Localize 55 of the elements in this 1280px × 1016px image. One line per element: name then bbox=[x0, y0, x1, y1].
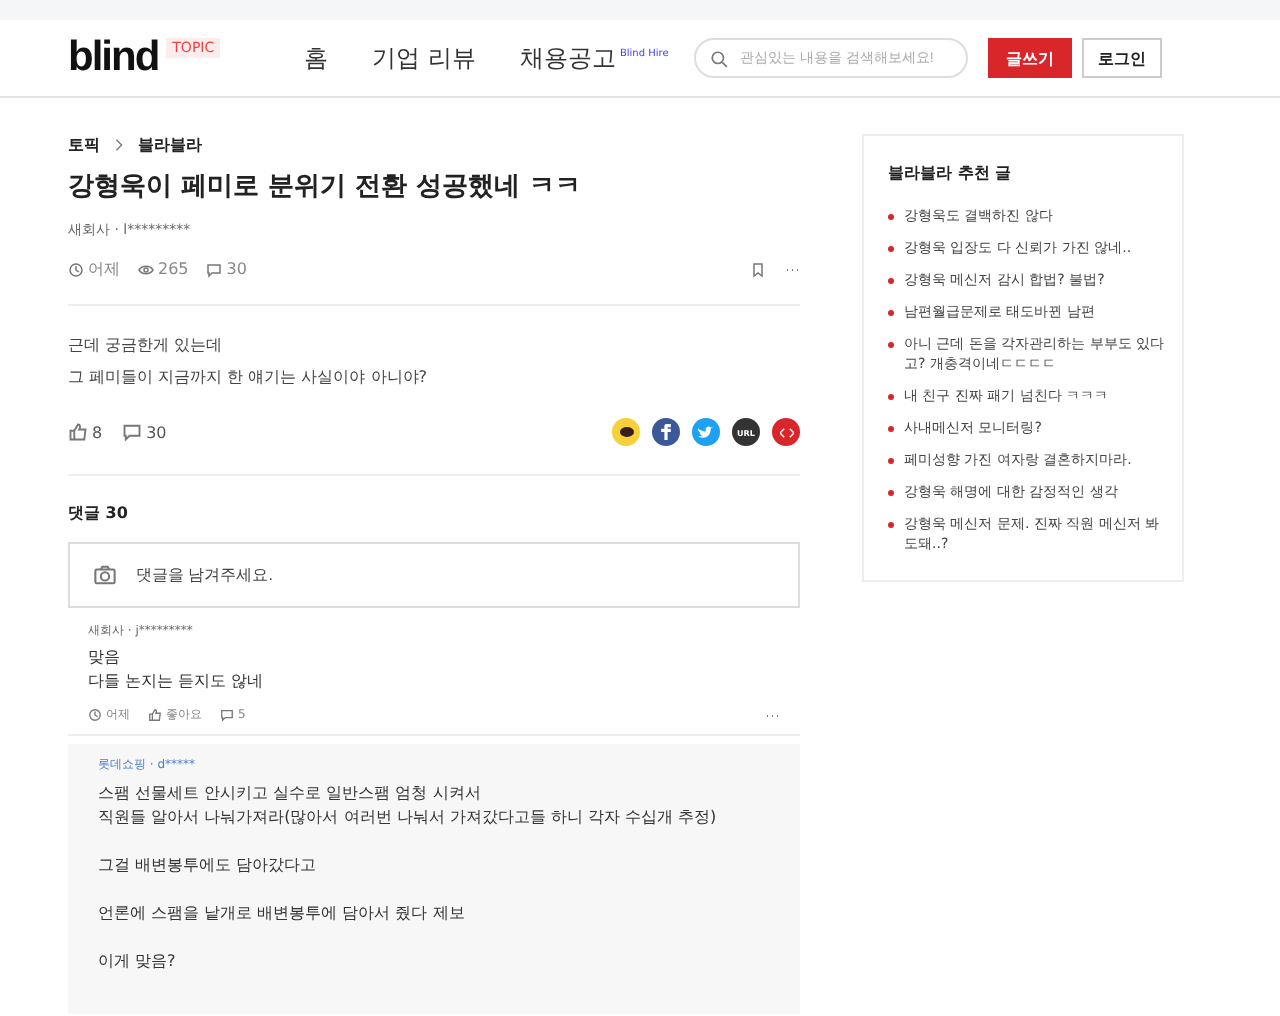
bullet-icon bbox=[888, 342, 894, 348]
logo[interactable]: blind bbox=[68, 34, 159, 82]
bullet-icon bbox=[888, 490, 894, 496]
comment-icon bbox=[206, 261, 223, 277]
comment-text: 다들 논지는 듣지도 않네 bbox=[88, 670, 266, 694]
comment-icon bbox=[122, 422, 143, 442]
post-title: 강형욱이 페미로 분위기 전환 성공했네 ㅋㅋ bbox=[68, 170, 584, 204]
comment-count: 30 bbox=[146, 423, 167, 441]
thumbs-up-icon bbox=[68, 422, 88, 442]
view-count: 265 bbox=[158, 260, 189, 278]
bookmark-icon bbox=[750, 261, 766, 277]
bullet-icon bbox=[888, 278, 894, 284]
comments-heading: 댓글 30 bbox=[68, 502, 130, 524]
comment-icon bbox=[220, 708, 234, 722]
eye-icon bbox=[138, 261, 154, 277]
comment-field[interactable]: 댓글을 남겨주세요. bbox=[68, 542, 800, 608]
comment-count: 30 bbox=[226, 260, 247, 278]
bird-icon bbox=[698, 425, 714, 439]
twitter-share-button[interactable] bbox=[692, 418, 720, 446]
bullet-icon bbox=[888, 214, 894, 220]
reply-text: 이게 맞음? bbox=[98, 950, 178, 974]
post-body-line: 근데 궁금한게 있는데 bbox=[68, 334, 225, 358]
panel-title: 블라블라 추천 글 bbox=[888, 162, 1014, 184]
reply-text: 언론에 스팸을 낱개로 배변봉투에 담아서 줬다 제보 bbox=[98, 902, 467, 926]
post-time: 어제 bbox=[88, 258, 120, 280]
kakao-share-button[interactable] bbox=[612, 418, 640, 446]
nav-link[interactable]: 채용공고 $^{Blind Hire}$ bbox=[519, 41, 669, 75]
login-button[interactable]: 로그인 bbox=[1082, 38, 1162, 78]
clock-icon bbox=[68, 261, 84, 277]
breadcrumb-link[interactable]: 블라블라 bbox=[138, 134, 202, 156]
bullet-icon bbox=[888, 310, 894, 316]
clock-icon bbox=[88, 708, 102, 722]
post-body-line: 그 페미들이 지금까지 한 얘기는 사실이야 아니야? bbox=[68, 366, 430, 390]
write-button[interactable]: 글쓰기 bbox=[988, 38, 1072, 78]
speech-bubble-icon bbox=[619, 426, 633, 438]
nav-link[interactable]: 홈 bbox=[304, 41, 329, 75]
search-icon bbox=[710, 49, 728, 67]
reply-text: 스팸 선물세트 안시키고 실수로 일반스팸 엄청 시켜서 직원들 알아서 나눠가져라(많아서 여러번 나눠서 가져갔다고들 하니 각자 수십개 추정) bbox=[98, 782, 719, 830]
reply-text: 그걸 배변봉투에도 담아갔다고 bbox=[98, 854, 319, 878]
nav-link[interactable]: 기업 리뷰 bbox=[372, 41, 476, 75]
camera-icon bbox=[94, 564, 116, 586]
thumbs-up-icon bbox=[148, 708, 162, 722]
bullet-icon bbox=[888, 246, 894, 252]
breadcrumb-link[interactable]: 토픽 bbox=[68, 134, 100, 156]
facebook-icon bbox=[660, 424, 672, 440]
bullet-icon bbox=[888, 394, 894, 400]
comment-text: 맞음 bbox=[88, 646, 122, 670]
bullet-icon bbox=[888, 426, 894, 432]
bullet-icon bbox=[888, 522, 894, 528]
embed-share-button[interactable] bbox=[772, 418, 800, 446]
facebook-share-button[interactable] bbox=[652, 418, 680, 446]
chevron-icon bbox=[112, 138, 126, 152]
code-icon bbox=[779, 427, 793, 437]
bullet-icon bbox=[888, 458, 894, 464]
like-count: 8 bbox=[92, 423, 103, 441]
